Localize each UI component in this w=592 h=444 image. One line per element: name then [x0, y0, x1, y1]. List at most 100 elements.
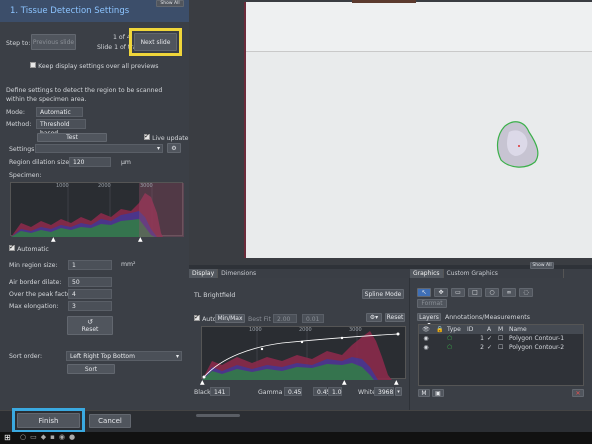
keep-display-row[interactable]: Keep display settings over all previews: [30, 62, 159, 70]
best-fit-value-b[interactable]: 0.01: [302, 314, 324, 323]
rectangle-tool-icon[interactable]: ▭: [451, 288, 465, 297]
gamma-label: Gamma: [258, 389, 283, 396]
cancel-button[interactable]: Cancel: [89, 414, 131, 428]
mode-field[interactable]: Automatic: [36, 107, 83, 117]
display-gear-icon[interactable]: ⚙▾: [366, 313, 382, 322]
format-button[interactable]: Format: [417, 299, 447, 308]
sort-order-dropdown[interactable]: Left Right Top Bottom ▾: [66, 351, 182, 361]
automatic-label: Automatic: [17, 246, 49, 253]
max-elong-field[interactable]: 3: [68, 301, 112, 311]
delete-icon[interactable]: ✕: [572, 389, 584, 397]
reset-icon: ↺: [87, 318, 93, 326]
step-to-label: Step to:: [6, 40, 31, 47]
link-tool-icon[interactable]: ∞: [502, 288, 516, 297]
chevron-down-icon: ▾: [175, 353, 179, 360]
method-field[interactable]: Threshold based: [36, 119, 86, 137]
gamma-field[interactable]: 0.45: [284, 387, 302, 396]
air-border-field[interactable]: 50: [68, 277, 112, 287]
test-button[interactable]: Test: [37, 133, 107, 142]
pan-tool-icon[interactable]: ✥: [434, 288, 448, 297]
visible-icon[interactable]: ◉: [419, 334, 433, 343]
circle-tool-icon[interactable]: ○: [485, 288, 499, 297]
row-a-checkbox[interactable]: ✓: [487, 334, 498, 343]
chevron-down-icon: ▾: [156, 145, 160, 152]
white-stepper[interactable]: ▾: [395, 387, 402, 396]
measure-icon[interactable]: M: [418, 389, 430, 397]
save-icon[interactable]: ▣: [432, 389, 444, 397]
slide-top-bar: [352, 0, 416, 3]
layers-dropdown[interactable]: Layers ▾: [417, 313, 441, 328]
table-row[interactable]: ◉ ⬠ 2 ✓ ☐ Polygon Contour-2: [419, 343, 583, 352]
air-border-label: Air border dilate:: [9, 279, 62, 286]
white-field[interactable]: 3968: [374, 387, 394, 396]
tab-display[interactable]: Display: [189, 269, 219, 278]
pointer-tool-icon[interactable]: ↖: [417, 288, 431, 297]
keep-display-checkbox[interactable]: [30, 62, 36, 68]
visible-icon[interactable]: ◉: [419, 343, 433, 352]
settings-dropdown[interactable]: ▾: [35, 144, 163, 153]
live-update-checkbox[interactable]: [144, 132, 150, 140]
next-slide-button[interactable]: Next slide: [134, 33, 177, 51]
tab-dimensions[interactable]: Dimensions: [218, 269, 413, 278]
dilation-label: Region dilation size:: [9, 159, 72, 166]
min-max-button[interactable]: Min/Max: [215, 314, 245, 323]
gamma-max-field[interactable]: 1.0: [328, 387, 342, 396]
viewer-show-all-button[interactable]: Show All: [530, 262, 554, 269]
spline-mode-button[interactable]: Spline Mode: [362, 289, 404, 299]
black-handle[interactable]: ▲: [200, 379, 205, 386]
finish-button[interactable]: Finish: [17, 413, 80, 428]
best-fit-button[interactable]: Best Fit: [248, 316, 271, 323]
column-a: A: [487, 326, 492, 333]
settings-label: Settings: [9, 146, 35, 153]
windows-start-icon[interactable]: ⊞: [4, 433, 11, 442]
previous-slide-button[interactable]: Previous slide: [31, 34, 76, 50]
tab-custom-graphics[interactable]: Custom Graphics: [443, 269, 564, 278]
live-update-row[interactable]: Live update: [144, 132, 189, 142]
automatic-row[interactable]: Automatic: [9, 243, 49, 253]
reset-button[interactable]: ↺ Reset: [67, 316, 113, 335]
max-slider-handle[interactable]: ▲: [138, 236, 143, 243]
dilation-unit: μm: [121, 159, 131, 166]
display-tabs: Display Dimensions: [189, 269, 413, 278]
peak-factor-field[interactable]: 4: [68, 289, 112, 299]
gamma-min-field[interactable]: 0.45: [313, 387, 330, 396]
column-id: ID: [467, 326, 474, 333]
mode-label: Mode:: [6, 109, 25, 116]
auto-checkbox[interactable]: [194, 313, 200, 321]
auto-row[interactable]: Auto: [194, 313, 216, 323]
min-region-field[interactable]: 1: [68, 260, 112, 270]
hist-tick-3: 3000: [140, 183, 153, 189]
sort-order-value: Left Right Top Bottom: [70, 353, 135, 360]
row-a-checkbox[interactable]: ✓: [487, 343, 498, 352]
row-m-checkbox[interactable]: ☐: [498, 334, 509, 343]
dilation-field[interactable]: 120: [69, 157, 111, 167]
gear-icon[interactable]: ⚙: [167, 143, 181, 153]
show-all-button[interactable]: Show All: [156, 0, 184, 7]
table-row[interactable]: ◉ ⬠ 1 ✓ ☐ Polygon Contour-1: [419, 334, 583, 343]
specimen-label: Specimen:: [9, 172, 42, 179]
tab-graphics[interactable]: Graphics: [410, 269, 444, 278]
max-elong-label: Max elongation:: [9, 303, 59, 310]
square-tool-icon[interactable]: □: [468, 288, 482, 297]
specimen-histogram[interactable]: [10, 182, 184, 237]
histogram-plot: [11, 183, 184, 237]
display-reset-button[interactable]: Reset: [385, 313, 405, 322]
white-handle[interactable]: ▲: [394, 379, 399, 386]
min-slider-handle[interactable]: ▲: [51, 236, 56, 243]
gamma-handle[interactable]: ▲: [342, 379, 347, 386]
live-update-label: Live update: [152, 135, 189, 142]
black-field[interactable]: 141: [210, 387, 230, 396]
row-name: Polygon Contour-2: [509, 344, 565, 351]
display-histogram[interactable]: [201, 326, 406, 380]
polygon-icon: ⬠: [447, 344, 453, 351]
footer-scrollbar[interactable]: [196, 414, 240, 417]
reset-label: Reset: [81, 326, 99, 333]
row-m-checkbox[interactable]: ☐: [498, 343, 509, 352]
best-fit-value-a[interactable]: 2.00: [273, 314, 297, 323]
contour-tool-icon[interactable]: ◌: [519, 288, 533, 297]
automatic-checkbox[interactable]: [9, 243, 15, 251]
sort-button[interactable]: Sort: [67, 364, 115, 374]
tissue-region: [496, 121, 539, 168]
display-histogram-plot: [202, 327, 400, 380]
taskbar-app-icons[interactable]: ○▭◆▪◉●: [20, 433, 79, 441]
